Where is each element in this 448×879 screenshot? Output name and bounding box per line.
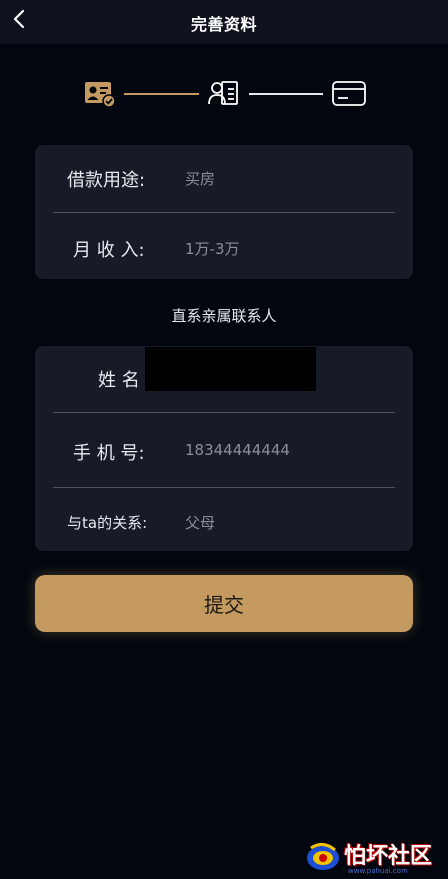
relation-select[interactable]: 父母 [185,512,215,533]
name-label: 姓 名 [98,370,140,391]
income-label: 月 收 入: [73,240,145,261]
submit-button[interactable]: 提交 [35,575,413,632]
relation-label: 与ta的关系: [67,514,148,532]
purpose-label: 借款用途: [67,170,146,191]
phone-label: 手 机 号: [73,443,145,464]
page-title: 完善资料 [190,15,257,34]
top-bar: 完善资料 [0,0,448,44]
purpose-row[interactable]: 借款用途: 买房 [35,145,413,211]
relation-row[interactable]: 与ta的关系: 父母 [35,488,413,551]
watermark: 怕坏社区 www.pahuai.com [300,836,446,876]
name-row[interactable]: 姓 名 [35,346,413,412]
person-list-icon [208,81,238,105]
contact-card: 姓 名 手 机 号: 18344444444 与ta的关系: 父母 [35,346,413,551]
step-connector-2 [249,93,323,95]
step-connector-1 [124,93,199,95]
purpose-select[interactable]: 买房 [185,168,215,189]
phone-row[interactable]: 手 机 号: 18344444444 [35,413,413,487]
phone-input[interactable]: 18344444444 [185,441,290,459]
name-input-redacted[interactable] [145,347,316,391]
watermark-text: 怕坏社区 [344,843,433,869]
step-indicator [0,74,448,114]
contact-section-title: 直系亲属联系人 [171,307,277,325]
bank-card-icon [332,81,366,106]
id-card-check-icon [85,82,116,108]
loan-info-card: 借款用途: 买房 月 收 入: 1万-3万 [35,145,413,279]
watermark-logo-icon [307,843,339,870]
income-row[interactable]: 月 收 入: 1万-3万 [35,213,413,279]
watermark-url: www.pahuai.com [348,867,408,875]
income-select[interactable]: 1万-3万 [185,238,240,259]
